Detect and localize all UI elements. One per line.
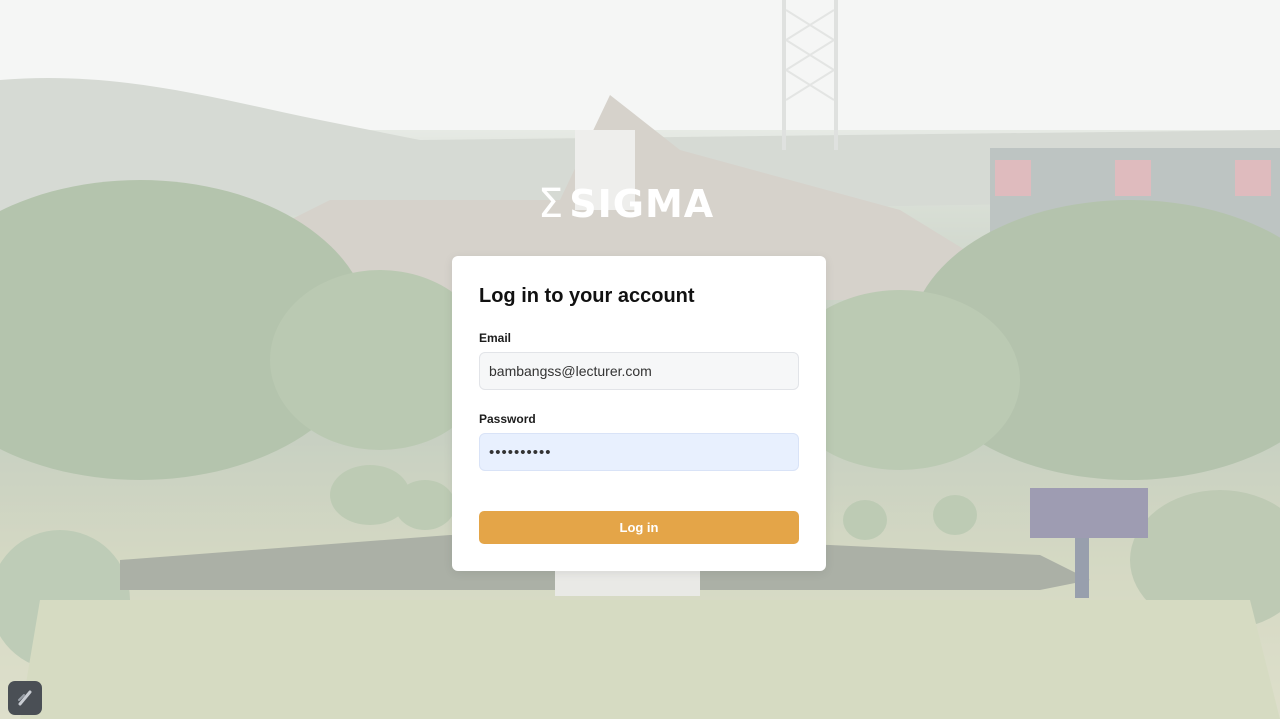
email-field[interactable]: bambangss@lecturer.com	[479, 352, 799, 390]
email-label: Email	[479, 331, 512, 345]
password-label: Password	[479, 412, 536, 426]
sigma-logo-glyph: Σ	[538, 181, 564, 227]
corner-tool-button[interactable]	[8, 681, 42, 715]
sigma-logo-wordmark: SIGMA	[569, 182, 715, 226]
email-value: bambangss@lecturer.com	[489, 363, 652, 379]
login-card: Log in to your account Email bambangss@l…	[452, 256, 826, 571]
login-button[interactable]: Log in	[479, 511, 799, 544]
slash-toolbar-icon	[18, 690, 32, 706]
password-field[interactable]: ••••••••••	[479, 433, 799, 471]
password-value: ••••••••••	[489, 443, 552, 461]
sigma-logo: Σ SIGMA	[538, 182, 744, 226]
login-title: Log in to your account	[479, 285, 695, 307]
